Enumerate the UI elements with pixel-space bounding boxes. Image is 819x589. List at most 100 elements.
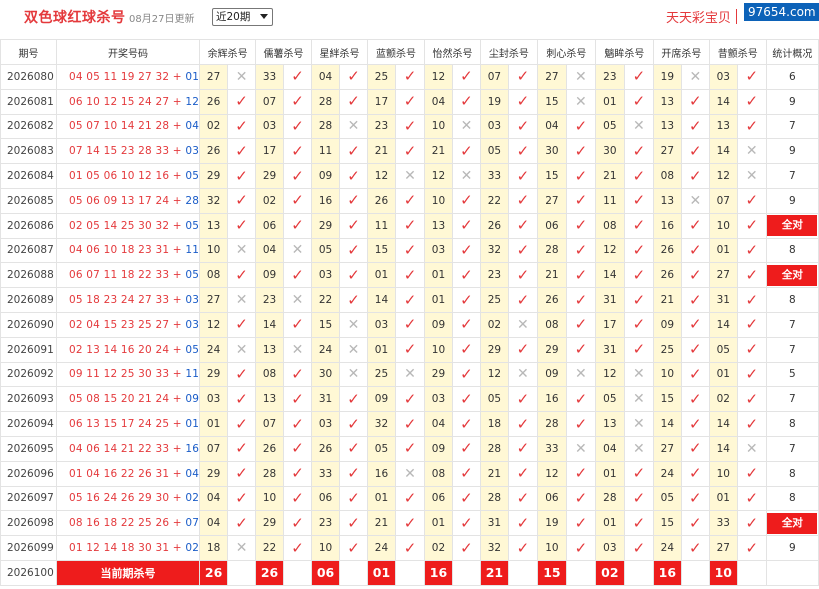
period-cell: 2026092 bbox=[0, 361, 57, 388]
red-balls: 02 04 15 23 25 27 bbox=[68, 318, 170, 331]
result-mark-cell: ✓ bbox=[507, 435, 538, 462]
stat-cell: 8 bbox=[765, 411, 819, 437]
plus-sign: + bbox=[169, 542, 186, 555]
check-icon: ✓ bbox=[347, 464, 360, 483]
red-balls: 04 06 14 21 22 33 bbox=[68, 442, 170, 455]
result-mark-cell: ✓ bbox=[565, 510, 596, 537]
kill-number-cell: 18 bbox=[199, 535, 229, 561]
period-range-select[interactable]: 近20期 bbox=[212, 8, 273, 26]
kill-number-cell: 22 bbox=[479, 187, 509, 214]
brand-link[interactable]: 天天彩宝贝 bbox=[666, 7, 731, 26]
check-icon: ✓ bbox=[689, 240, 702, 259]
kill-number-cell: 22 bbox=[255, 535, 285, 561]
period-range-value: 近20期 bbox=[216, 11, 251, 23]
period-cell: 2026100 bbox=[0, 559, 57, 586]
kill-number-cell: 13 bbox=[199, 212, 229, 239]
result-mark-cell: ✓ bbox=[394, 510, 425, 537]
kill-number-cell: 26 bbox=[479, 212, 509, 239]
check-icon: ✓ bbox=[745, 265, 759, 284]
kill-number-cell: 14 bbox=[594, 262, 625, 289]
result-mark-cell: ✓ bbox=[451, 262, 481, 289]
check-icon: ✓ bbox=[235, 414, 248, 433]
kill-number-cell: 10 bbox=[423, 113, 453, 140]
check-icon: ✓ bbox=[516, 513, 530, 532]
kill-number-cell: 01 bbox=[594, 88, 625, 115]
result-mark-cell: ✓ bbox=[680, 386, 710, 413]
check-icon: ✓ bbox=[235, 216, 248, 235]
result-mark-cell: ✓ bbox=[736, 287, 767, 313]
draw-numbers-cell: 02 05 14 25 30 32 + 05 bbox=[55, 212, 201, 239]
plus-sign: + bbox=[169, 269, 186, 282]
stat-cell: 全对 bbox=[765, 510, 819, 537]
plus-sign: + bbox=[169, 393, 186, 406]
kill-number-cell: 27 bbox=[199, 64, 229, 90]
kill-number-cell: 24 bbox=[367, 535, 396, 561]
cross-icon: ✕ bbox=[235, 292, 248, 309]
plus-sign: + bbox=[169, 145, 186, 158]
result-mark-cell: ✓ bbox=[736, 535, 767, 561]
result-mark-cell: ✕ bbox=[227, 287, 257, 313]
kill-number-cell: 03 bbox=[311, 411, 341, 437]
result-mark-cell: ✓ bbox=[507, 212, 538, 239]
kill-number-cell: 08 bbox=[255, 361, 285, 388]
kill-number-cell: 25 bbox=[479, 287, 509, 313]
kill-number-cell: 12 bbox=[423, 64, 453, 90]
check-icon: ✓ bbox=[347, 240, 360, 259]
result-mark-cell: ✓ bbox=[339, 535, 368, 561]
check-icon: ✓ bbox=[574, 538, 588, 557]
kill-number-cell: 16 bbox=[367, 460, 396, 487]
draw-numbers-cell: 06 10 12 15 24 27 + 12 bbox=[55, 88, 201, 115]
result-mark-cell: ✓ bbox=[394, 287, 425, 313]
empty-cell bbox=[283, 559, 313, 586]
kill-number-cell: 27 bbox=[652, 435, 682, 462]
result-mark-cell: ✓ bbox=[680, 411, 710, 437]
cross-icon: ✕ bbox=[689, 68, 702, 85]
current-kill-number: 01 bbox=[367, 559, 396, 586]
result-mark-cell: ✓ bbox=[623, 460, 654, 487]
table-row: 2026099 01 12 14 18 30 31 + 02 18 ✕ 22 ✓ 10 ✓ 24… bbox=[0, 535, 819, 561]
kill-number-cell: 31 bbox=[594, 336, 625, 363]
check-icon: ✓ bbox=[745, 315, 759, 334]
result-mark-cell: ✓ bbox=[283, 212, 313, 239]
kill-number-cell: 29 bbox=[199, 361, 229, 388]
check-icon: ✓ bbox=[516, 141, 530, 160]
kill-number-cell: 05 bbox=[479, 138, 509, 165]
cross-icon: ✕ bbox=[291, 341, 304, 358]
check-icon: ✓ bbox=[516, 414, 530, 433]
kill-number-cell: 06 bbox=[311, 485, 341, 512]
kill-number-cell: 23 bbox=[594, 64, 625, 90]
kill-number-cell: 13 bbox=[255, 336, 285, 363]
result-mark-cell: ✓ bbox=[227, 485, 257, 512]
check-icon: ✓ bbox=[235, 141, 248, 160]
result-mark-cell: ✓ bbox=[680, 237, 710, 264]
kill-number-cell: 01 bbox=[367, 336, 396, 363]
result-mark-cell: ✓ bbox=[394, 435, 425, 462]
check-icon: ✓ bbox=[632, 166, 646, 185]
kill-number-cell: 17 bbox=[367, 88, 396, 115]
result-mark-cell: ✓ bbox=[283, 163, 313, 189]
result-mark-cell: ✓ bbox=[283, 361, 313, 388]
result-mark-cell: ✓ bbox=[451, 411, 481, 437]
check-icon: ✓ bbox=[689, 265, 702, 284]
check-icon: ✓ bbox=[460, 414, 473, 433]
cross-icon: ✕ bbox=[404, 168, 416, 185]
result-mark-cell: ✕ bbox=[451, 163, 481, 189]
stat-cell: 8 bbox=[765, 460, 819, 487]
cross-icon: ✕ bbox=[347, 341, 360, 358]
blue-ball: 11 bbox=[185, 244, 200, 257]
result-mark-cell: ✓ bbox=[507, 64, 538, 90]
current-period-row: 2026100 当前期杀号 26 26 06 01 16 21 15 02 16 10 bbox=[0, 559, 819, 586]
result-mark-cell: ✓ bbox=[680, 212, 710, 239]
result-mark-cell: ✕ bbox=[565, 88, 596, 115]
check-icon: ✓ bbox=[516, 488, 530, 507]
draw-numbers-cell: 01 12 14 18 30 31 + 02 bbox=[55, 535, 201, 561]
all-correct-badge: 全对 bbox=[767, 215, 818, 237]
result-mark-cell: ✕ bbox=[623, 386, 654, 413]
result-mark-cell: ✓ bbox=[623, 485, 654, 512]
check-icon: ✓ bbox=[347, 439, 360, 458]
kill-number-cell: 10 bbox=[423, 336, 453, 363]
check-icon: ✓ bbox=[460, 464, 473, 483]
kill-number-cell: 27 bbox=[652, 138, 682, 165]
kill-number-cell: 13 bbox=[255, 386, 285, 413]
kill-number-cell: 09 bbox=[423, 311, 453, 338]
